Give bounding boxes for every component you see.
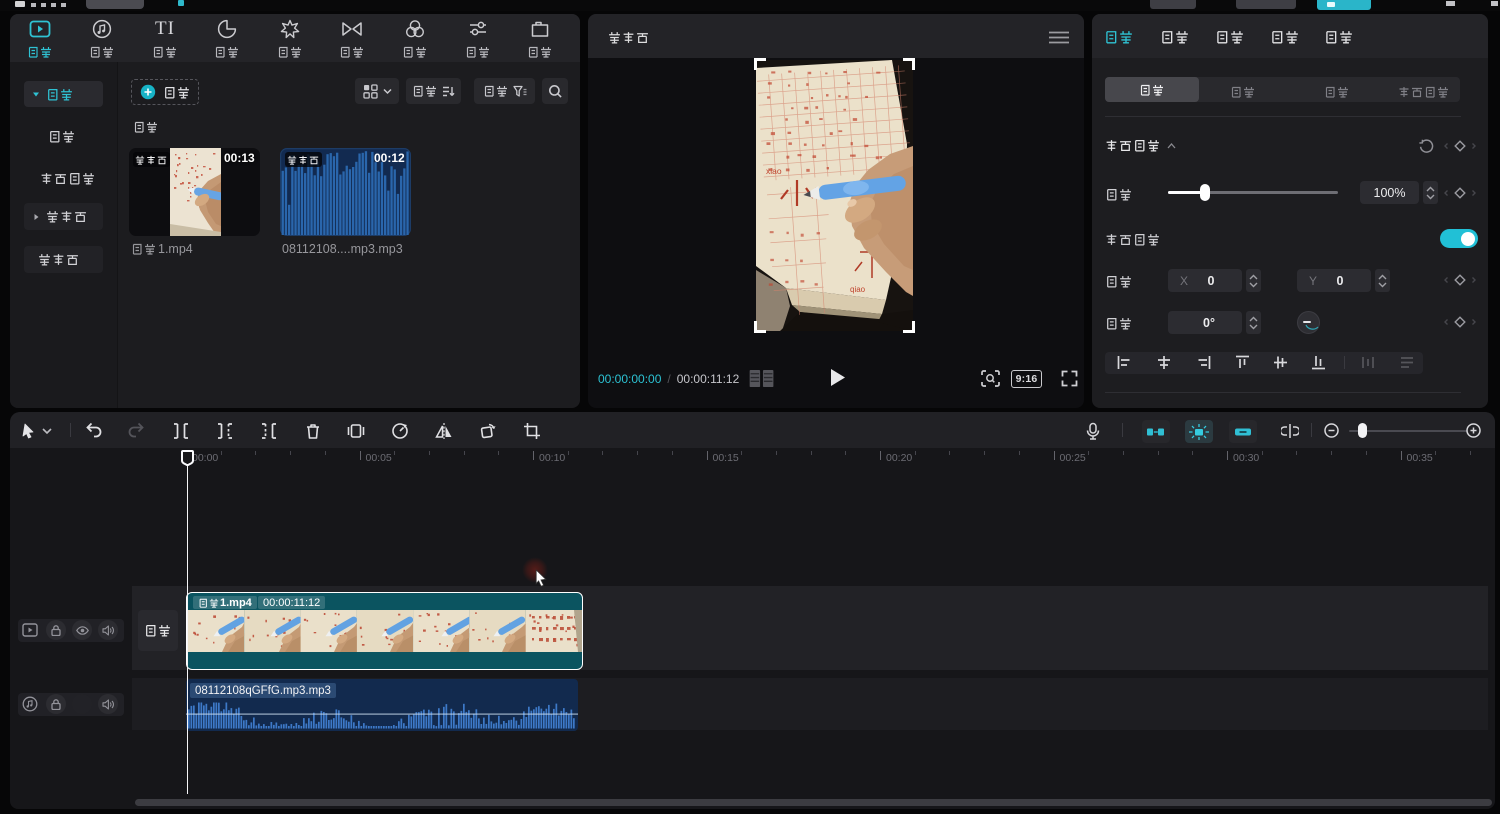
svg-text:xiao: xiao: [766, 166, 782, 176]
svg-text:qiao: qiao: [850, 285, 866, 294]
